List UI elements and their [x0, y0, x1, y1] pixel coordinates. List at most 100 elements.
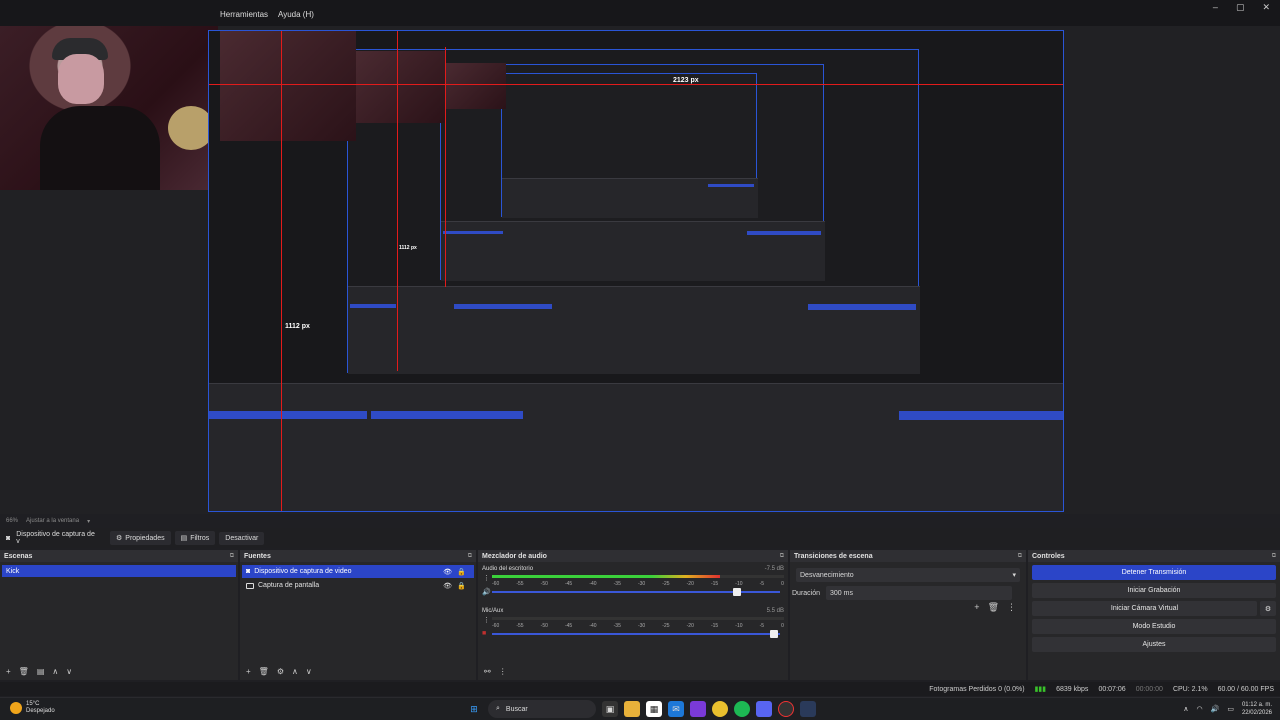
duration-label: Duración [792, 589, 821, 597]
close-button[interactable]: ✕ [1262, 2, 1270, 13]
trash-icon[interactable]: 🗑 [988, 602, 999, 613]
dropped-frames: Fotogramas Perdidos 0 (0.0%) [929, 685, 1025, 693]
mail-icon[interactable]: ✉ [668, 701, 684, 717]
move-down-icon[interactable]: ∨ [306, 667, 312, 676]
properties-button[interactable]: ⚙ Propiedades [110, 531, 171, 545]
clock[interactable]: 01:12 a. m. 22/02/2026 [1242, 701, 1272, 717]
dock-undock-icon[interactable]: ⧉ [230, 553, 234, 560]
battery-icon[interactable]: ▭ [1227, 705, 1234, 713]
virtual-camera-button[interactable]: Iniciar Cámara Virtual [1032, 601, 1257, 616]
link-icon[interactable]: ⚯ [484, 667, 491, 676]
monitor-icon [246, 582, 254, 589]
add-scene-icon[interactable]: + [6, 667, 11, 676]
app-icon[interactable] [800, 701, 816, 717]
volume-slider[interactable] [492, 630, 780, 638]
trash-icon[interactable]: 🗑 [19, 667, 29, 676]
stop-stream-button[interactable]: Detener Transmisión [1032, 565, 1276, 580]
weather-widget[interactable]: 15°C Despejado [10, 701, 55, 715]
studio-mode-button[interactable]: Modo Estudio [1032, 619, 1276, 634]
volume-slider[interactable] [492, 588, 780, 596]
move-up-icon[interactable]: ∧ [52, 667, 58, 676]
menu-bar: Herramientas Ayuda (H) [220, 10, 314, 19]
discord-icon[interactable] [756, 701, 772, 717]
windows-start-icon[interactable]: ⊞ [466, 701, 482, 717]
chevron-up-icon[interactable]: ∧ [1183, 705, 1188, 713]
zoom-value[interactable]: 66% [6, 518, 18, 524]
more-options-icon[interactable]: ⋮ [499, 667, 507, 676]
file-explorer-icon[interactable] [624, 701, 640, 717]
chrome-icon[interactable] [712, 701, 728, 717]
volume-icon[interactable]: 🔊 [1211, 705, 1220, 713]
scenes-dock-header: Escenas ⧉ [0, 550, 238, 562]
tick-label: -45 [564, 623, 573, 629]
mute-icon[interactable]: ■ [482, 630, 486, 637]
volume-slider-handle[interactable] [770, 630, 779, 638]
channel-name: Mic/Aux [482, 608, 504, 614]
maximize-button[interactable]: ▢ [1236, 2, 1245, 13]
trash-icon[interactable]: 🗑 [259, 667, 269, 676]
lock-icon[interactable]: 🔒 [457, 568, 466, 576]
tick-label: 0 [781, 623, 784, 629]
lock-icon[interactable]: 🔒 [457, 582, 466, 590]
source-item[interactable]: Captura de pantalla 👁 🔒 [242, 579, 474, 592]
channel-menu-icon[interactable]: ⋮ [483, 616, 490, 624]
add-source-icon[interactable]: + [246, 667, 251, 676]
volume-slider-handle[interactable] [732, 588, 741, 596]
fit-window-label[interactable]: Ajustar a la ventana [26, 518, 79, 524]
speaker-icon[interactable]: 🔊 [482, 588, 491, 596]
transition-select[interactable]: Desvanecimiento ▾ [796, 568, 1020, 582]
gear-icon[interactable]: ⚙ [277, 667, 284, 676]
obs-icon[interactable] [778, 701, 794, 717]
deactivate-button[interactable]: Desactivar [219, 531, 265, 545]
tick-label: -20 [686, 581, 694, 587]
channel-db: 5.5 dB [766, 608, 784, 614]
move-down-icon[interactable]: ∨ [66, 667, 72, 676]
chevron-down-icon[interactable]: ▾ [87, 518, 90, 525]
scenes-dock: Escenas ⧉ Kick + 🗑 ▤ ∧ ∨ [0, 550, 238, 680]
calendar-icon[interactable]: ▦ [646, 701, 662, 717]
channel-name: Audio del escritorio [482, 566, 534, 572]
more-options-icon[interactable]: ⋮ [1007, 602, 1016, 613]
channel-menu-icon[interactable]: ⋮ [483, 574, 490, 582]
move-up-icon[interactable]: ∧ [292, 667, 298, 676]
duration-input[interactable]: 300 ms [826, 586, 1013, 600]
transition-tools: + 🗑 ⋮ [974, 602, 1016, 613]
camera-icon: ◙ [246, 568, 251, 575]
dock-undock-icon[interactable]: ⧉ [1272, 553, 1276, 560]
visibility-eye-icon[interactable]: 👁 [443, 568, 452, 576]
sources-toolbar: + 🗑 ⚙ ∧ ∨ [240, 664, 312, 678]
status-bar: Fotogramas Perdidos 0 (0.0%) ▮▮▮ 6839 kb… [0, 682, 1280, 696]
screen-capture-source[interactable]: 2123 px 1112 px 1112 px [208, 30, 1064, 512]
menu-tools[interactable]: Herramientas [220, 10, 268, 19]
taskbar-apps: ⊞ ⌕ Buscar ▣ ▦ ✉ [466, 700, 816, 718]
spotify-icon[interactable] [734, 701, 750, 717]
scenes-title: Escenas [4, 552, 33, 560]
fps: 60.00 / 60.00 FPS [1217, 685, 1274, 693]
media-app-icon[interactable] [690, 701, 706, 717]
scene-item[interactable]: Kick [2, 565, 236, 577]
virtual-camera-settings-button[interactable]: ⚙ [1260, 601, 1276, 616]
tick-label: -25 [662, 623, 670, 629]
task-view-icon[interactable]: ▣ [602, 701, 618, 717]
visibility-eye-icon[interactable]: 👁 [443, 582, 452, 590]
dock-undock-icon[interactable]: ⧉ [780, 553, 784, 560]
menu-help[interactable]: Ayuda (H) [278, 10, 314, 19]
taskbar-search[interactable]: ⌕ Buscar [488, 700, 596, 718]
mixer-title: Mezclador de audio [482, 552, 547, 560]
source-item[interactable]: ◙ Dispositivo de captura de video 👁 🔒 [242, 565, 474, 578]
weather-desc: Despejado [26, 708, 55, 714]
minimize-button[interactable]: – [1213, 2, 1218, 13]
start-recording-button[interactable]: Iniciar Grabación [1032, 583, 1276, 598]
wifi-icon[interactable]: ◠ [1197, 705, 1203, 713]
settings-button[interactable]: Ajustes [1032, 637, 1276, 652]
preview-canvas[interactable]: 2123 px 1112 px 1112 px [0, 26, 1280, 514]
filters-button[interactable]: ▤ Filtros [174, 531, 216, 545]
signal-icon: ▮▮▮ [1034, 686, 1047, 693]
dock-undock-icon[interactable]: ⧉ [468, 553, 472, 560]
tick-label: -60 [492, 623, 500, 629]
dock-undock-icon[interactable]: ⧉ [1018, 553, 1022, 560]
cpu-usage: CPU: 2.1% [1172, 685, 1208, 693]
filter-icon[interactable]: ▤ [37, 667, 45, 676]
selected-source-name: ◙ Dispositivo de captura de v [6, 531, 95, 545]
add-transition-icon[interactable]: + [974, 602, 979, 613]
